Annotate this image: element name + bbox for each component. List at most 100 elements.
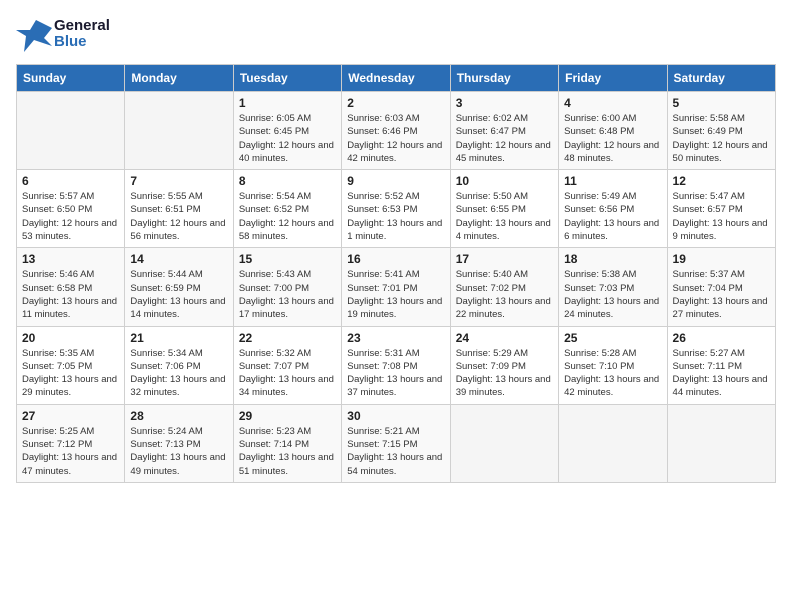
calendar-body: 1 Sunrise: 6:05 AMSunset: 6:45 PMDaylight…	[17, 92, 776, 483]
calendar-week-5: 27Sunrise: 5:25 AMSunset: 7:12 PMDayligh…	[17, 404, 776, 482]
calendar-cell: 30Sunrise: 5:21 AMSunset: 7:15 PMDayligh…	[342, 404, 450, 482]
day-number: 13	[22, 252, 119, 266]
day-number: 29	[239, 409, 336, 423]
day-content: Sunrise: 5:31 AMSunset: 7:08 PMDaylight:…	[347, 347, 444, 400]
day-content: Sunrise: 5:54 AMSunset: 6:52 PMDaylight:…	[239, 190, 336, 243]
day-number: 5	[673, 96, 770, 110]
day-content: Sunrise: 5:44 AMSunset: 6:59 PMDaylight:…	[130, 268, 227, 321]
calendar-cell: 18 Sunrise: 5:38 AMSunset: 7:03 PMDayligh…	[559, 248, 667, 326]
day-content: Sunrise: 5:32 AMSunset: 7:07 PMDaylight:…	[239, 347, 336, 400]
day-number: 1	[239, 96, 336, 110]
day-number: 6	[22, 174, 119, 188]
calendar-cell: 17 Sunrise: 5:40 AMSunset: 7:02 PMDayligh…	[450, 248, 558, 326]
day-number: 2	[347, 96, 444, 110]
day-content: Sunrise: 5:23 AMSunset: 7:14 PMDaylight:…	[239, 425, 336, 478]
day-number: 28	[130, 409, 227, 423]
day-number: 17	[456, 252, 553, 266]
calendar-cell: 29 Sunrise: 5:23 AMSunset: 7:14 PMDayligh…	[233, 404, 341, 482]
day-number: 11	[564, 174, 661, 188]
day-number: 22	[239, 331, 336, 345]
calendar-cell: 5 Sunrise: 5:58 AMSunset: 6:49 PMDaylight…	[667, 92, 775, 170]
calendar-cell: 10Sunrise: 5:50 AMSunset: 6:55 PMDayligh…	[450, 170, 558, 248]
day-content: Sunrise: 5:37 AMSunset: 7:04 PMDaylight:…	[673, 268, 770, 321]
calendar-cell: 15Sunrise: 5:43 AMSunset: 7:00 PMDayligh…	[233, 248, 341, 326]
day-content: Sunrise: 5:21 AMSunset: 7:15 PMDaylight:…	[347, 425, 444, 478]
weekday-header-sunday: Sunday	[17, 65, 125, 92]
day-number: 14	[130, 252, 227, 266]
logo-general: General	[54, 18, 110, 35]
day-content: Sunrise: 5:34 AMSunset: 7:06 PMDaylight:…	[130, 347, 227, 400]
calendar-cell: 20 Sunrise: 5:35 AMSunset: 7:05 PMDayligh…	[17, 326, 125, 404]
day-number: 18	[564, 252, 661, 266]
day-number: 4	[564, 96, 661, 110]
weekday-row: SundayMondayTuesdayWednesdayThursdayFrid…	[17, 65, 776, 92]
day-content: Sunrise: 5:35 AMSunset: 7:05 PMDaylight:…	[22, 347, 119, 400]
logo: General Blue	[16, 16, 110, 52]
day-content: Sunrise: 5:40 AMSunset: 7:02 PMDaylight:…	[456, 268, 553, 321]
day-content: Sunrise: 5:24 AMSunset: 7:13 PMDaylight:…	[130, 425, 227, 478]
calendar-cell	[450, 404, 558, 482]
logo-blue: Blue	[54, 34, 110, 51]
day-number: 20	[22, 331, 119, 345]
day-content: Sunrise: 5:55 AMSunset: 6:51 PMDaylight:…	[130, 190, 227, 243]
weekday-header-tuesday: Tuesday	[233, 65, 341, 92]
day-content: Sunrise: 5:29 AMSunset: 7:09 PMDaylight:…	[456, 347, 553, 400]
calendar-cell	[667, 404, 775, 482]
weekday-header-saturday: Saturday	[667, 65, 775, 92]
day-number: 9	[347, 174, 444, 188]
day-number: 19	[673, 252, 770, 266]
day-number: 8	[239, 174, 336, 188]
calendar-cell: 8 Sunrise: 5:54 AMSunset: 6:52 PMDaylight…	[233, 170, 341, 248]
day-number: 26	[673, 331, 770, 345]
calendar-cell: 28 Sunrise: 5:24 AMSunset: 7:13 PMDayligh…	[125, 404, 233, 482]
weekday-header-thursday: Thursday	[450, 65, 558, 92]
calendar-cell: 27Sunrise: 5:25 AMSunset: 7:12 PMDayligh…	[17, 404, 125, 482]
calendar-cell: 3 Sunrise: 6:02 AMSunset: 6:47 PMDaylight…	[450, 92, 558, 170]
calendar-cell: 7 Sunrise: 5:55 AMSunset: 6:51 PMDaylight…	[125, 170, 233, 248]
day-number: 12	[673, 174, 770, 188]
calendar-cell	[17, 92, 125, 170]
calendar-cell: 12 Sunrise: 5:47 AMSunset: 6:57 PMDayligh…	[667, 170, 775, 248]
day-content: Sunrise: 5:43 AMSunset: 7:00 PMDaylight:…	[239, 268, 336, 321]
day-content: Sunrise: 5:57 AMSunset: 6:50 PMDaylight:…	[22, 190, 119, 243]
calendar-table: SundayMondayTuesdayWednesdayThursdayFrid…	[16, 64, 776, 483]
weekday-header-monday: Monday	[125, 65, 233, 92]
day-number: 16	[347, 252, 444, 266]
day-content: Sunrise: 5:52 AMSunset: 6:53 PMDaylight:…	[347, 190, 444, 243]
calendar-cell: 16Sunrise: 5:41 AMSunset: 7:01 PMDayligh…	[342, 248, 450, 326]
day-number: 7	[130, 174, 227, 188]
day-content: Sunrise: 6:02 AMSunset: 6:47 PMDaylight:…	[456, 112, 553, 165]
day-content: Sunrise: 5:28 AMSunset: 7:10 PMDaylight:…	[564, 347, 661, 400]
calendar-cell: 21 Sunrise: 5:34 AMSunset: 7:06 PMDayligh…	[125, 326, 233, 404]
day-number: 21	[130, 331, 227, 345]
day-content: Sunrise: 6:03 AMSunset: 6:46 PMDaylight:…	[347, 112, 444, 165]
day-content: Sunrise: 5:47 AMSunset: 6:57 PMDaylight:…	[673, 190, 770, 243]
calendar-week-4: 20 Sunrise: 5:35 AMSunset: 7:05 PMDayligh…	[17, 326, 776, 404]
day-content: Sunrise: 5:25 AMSunset: 7:12 PMDaylight:…	[22, 425, 119, 478]
calendar-cell	[125, 92, 233, 170]
day-number: 10	[456, 174, 553, 188]
calendar-cell: 2 Sunrise: 6:03 AMSunset: 6:46 PMDaylight…	[342, 92, 450, 170]
day-content: Sunrise: 5:46 AMSunset: 6:58 PMDaylight:…	[22, 268, 119, 321]
calendar-week-1: 1 Sunrise: 6:05 AMSunset: 6:45 PMDaylight…	[17, 92, 776, 170]
day-content: Sunrise: 6:05 AMSunset: 6:45 PMDaylight:…	[239, 112, 336, 165]
calendar-week-3: 13 Sunrise: 5:46 AMSunset: 6:58 PMDayligh…	[17, 248, 776, 326]
calendar-cell: 24Sunrise: 5:29 AMSunset: 7:09 PMDayligh…	[450, 326, 558, 404]
day-content: Sunrise: 5:38 AMSunset: 7:03 PMDaylight:…	[564, 268, 661, 321]
calendar-cell: 6 Sunrise: 5:57 AMSunset: 6:50 PMDaylight…	[17, 170, 125, 248]
calendar-cell: 4 Sunrise: 6:00 AMSunset: 6:48 PMDaylight…	[559, 92, 667, 170]
calendar-cell: 19 Sunrise: 5:37 AMSunset: 7:04 PMDayligh…	[667, 248, 775, 326]
day-number: 25	[564, 331, 661, 345]
calendar-cell: 23 Sunrise: 5:31 AMSunset: 7:08 PMDayligh…	[342, 326, 450, 404]
calendar-cell	[559, 404, 667, 482]
day-number: 3	[456, 96, 553, 110]
day-content: Sunrise: 6:00 AMSunset: 6:48 PMDaylight:…	[564, 112, 661, 165]
calendar-cell: 25 Sunrise: 5:28 AMSunset: 7:10 PMDayligh…	[559, 326, 667, 404]
page-header: General Blue	[16, 16, 776, 52]
day-content: Sunrise: 5:58 AMSunset: 6:49 PMDaylight:…	[673, 112, 770, 165]
calendar-week-2: 6 Sunrise: 5:57 AMSunset: 6:50 PMDaylight…	[17, 170, 776, 248]
logo-icon	[16, 16, 52, 52]
weekday-header-wednesday: Wednesday	[342, 65, 450, 92]
calendar-cell: 26Sunrise: 5:27 AMSunset: 7:11 PMDayligh…	[667, 326, 775, 404]
day-number: 23	[347, 331, 444, 345]
